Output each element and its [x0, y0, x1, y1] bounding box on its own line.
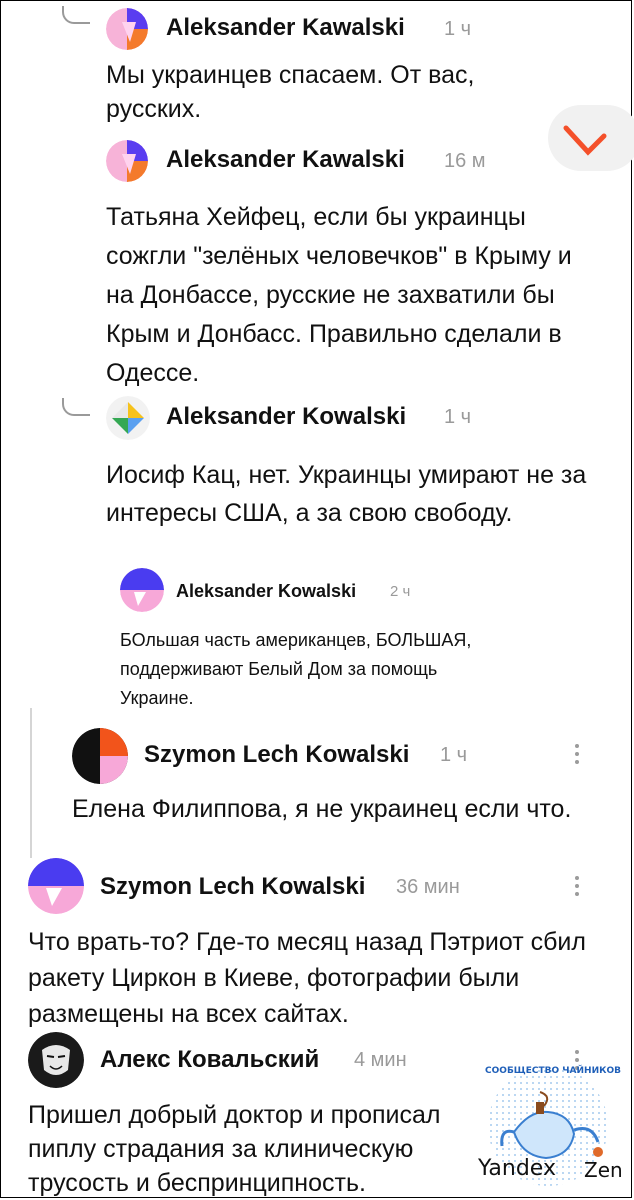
comment-author[interactable]: Aleksander Kawalski — [166, 14, 405, 42]
avatar[interactable] — [106, 8, 148, 50]
watermark-logo: СООБЩЕСТВО ЧАЙНИКОВ Yandex Zen — [470, 1062, 626, 1192]
comment-time: 2 ч — [390, 583, 411, 600]
comment-text: Мы украинцев спасаем. От вас, русских. — [106, 61, 475, 123]
avatar[interactable] — [28, 858, 84, 914]
comment-author[interactable]: Aleksander Kawalski — [166, 146, 405, 174]
more-options-icon[interactable] — [574, 876, 580, 900]
comment-author[interactable]: Szymon Lech Kowalski — [100, 873, 365, 901]
avatar[interactable] — [106, 396, 150, 440]
thread-line — [30, 708, 32, 858]
comment-author[interactable]: Алекс Ковальский — [100, 1046, 319, 1074]
avatar[interactable] — [28, 1032, 84, 1088]
avatar[interactable] — [106, 140, 148, 182]
comment-author[interactable]: Aleksander Kowalski — [166, 403, 406, 431]
watermark-brand-yandex: Yandex — [478, 1156, 556, 1181]
comment-time: 1 ч — [444, 18, 472, 40]
reply-connector — [62, 398, 90, 416]
avatar[interactable] — [120, 568, 164, 612]
watermark-brand-zen: Zen — [584, 1158, 623, 1182]
more-options-icon[interactable] — [574, 744, 580, 768]
watermark-community-text: СООБЩЕСТВО ЧАЙНИКОВ — [485, 1066, 621, 1076]
comment-time: 36 мин — [396, 876, 460, 898]
comment-text: БОльшая часть американцев, БОЛЬШАЯ, подд… — [120, 630, 472, 708]
comment-time: 1 ч — [444, 406, 472, 428]
comment-text: Иосиф Кац, нет. Украинцы умирают не за и… — [106, 461, 587, 527]
comment-author[interactable]: Aleksander Kowalski — [176, 581, 356, 602]
comment-text: Елена Филиппова, я не украинец если что. — [72, 795, 572, 823]
comment-text: Татьяна Хейфец, если бы украинцы сожгли … — [106, 203, 572, 387]
zen-arrow-icon — [563, 125, 607, 156]
comment-text: Пришел добрый доктор и прописал пиплу ст… — [28, 1101, 441, 1197]
comment-time: 4 мин — [354, 1049, 407, 1071]
comment-time: 1 ч — [440, 744, 468, 766]
avatar[interactable] — [72, 728, 128, 784]
comment-author[interactable]: Szymon Lech Kowalski — [144, 741, 409, 769]
comment-text: Что врать-то? Где-то месяц назад Пэтриот… — [28, 928, 586, 1028]
reply-connector — [62, 6, 90, 24]
comment-time: 16 м — [444, 150, 486, 172]
